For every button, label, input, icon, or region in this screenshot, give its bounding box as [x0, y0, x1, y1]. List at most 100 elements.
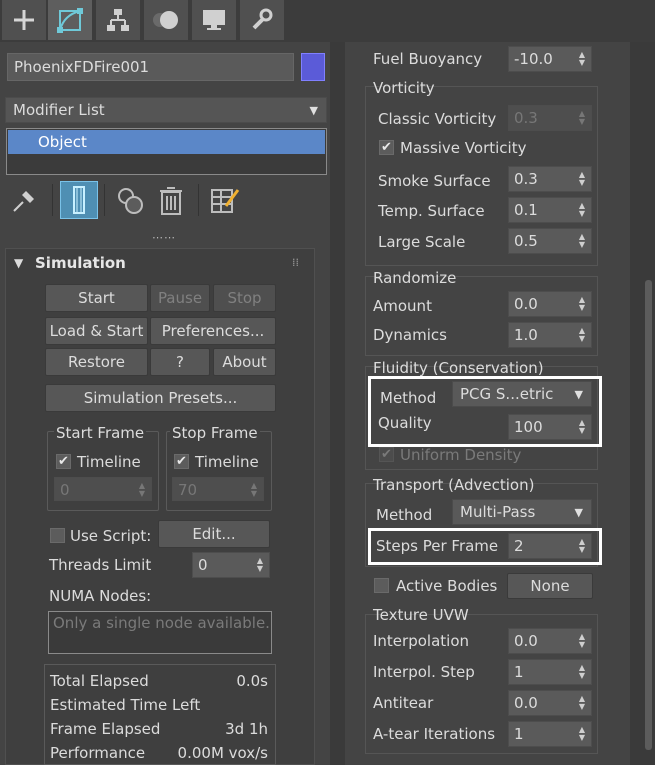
stop-timeline-checkbox[interactable]: ✔ — [174, 454, 189, 469]
active-bodies-button[interactable]: None — [507, 573, 593, 599]
spinner-arrows-icon: ▲ ▼ — [578, 418, 585, 435]
spinner-arrows-icon: ▲ ▼ — [256, 556, 263, 573]
toolbar-divider — [52, 184, 53, 216]
stop-frame-value: 70 — [178, 481, 198, 499]
motion-tab[interactable] — [144, 0, 188, 40]
classic-vorticity-spinner[interactable]: 0.3 ▲ ▼ — [508, 105, 592, 131]
dynamics-value: 1.0 — [514, 326, 538, 344]
object-color-swatch[interactable] — [301, 53, 325, 81]
modify-tab[interactable] — [48, 0, 92, 40]
spinner-arrows-icon: ▲ ▼ — [578, 694, 585, 711]
preferences-button[interactable]: Preferences... — [150, 317, 276, 345]
configure-modifier-sets-button[interactable] — [208, 184, 242, 218]
restore-button[interactable]: Restore — [45, 348, 148, 376]
total-elapsed-value: 0.0s — [236, 672, 268, 690]
temp-surface-spinner[interactable]: 0.1 ▲ ▼ — [508, 197, 592, 223]
fuel-buoyancy-label: Fuel Buoyancy — [373, 50, 483, 68]
randomize-title: Randomize — [373, 269, 457, 287]
rollout-grip-icon[interactable]: ⁞⁞ — [292, 254, 299, 272]
atear-iterations-spinner[interactable]: 1 ▲ ▼ — [508, 721, 592, 747]
hierarchy-icon — [107, 9, 129, 31]
help-button[interactable]: ? — [150, 348, 210, 376]
create-icon — [14, 10, 34, 30]
modifier-list-label: Modifier List — [13, 101, 105, 119]
interpol-step-spinner[interactable]: 1 ▲ ▼ — [508, 659, 592, 685]
hierarchy-tab[interactable] — [96, 0, 140, 40]
spinner-arrows-icon: ▲ ▼ — [578, 537, 585, 554]
display-tab[interactable] — [192, 0, 236, 40]
interpolation-spinner[interactable]: 0.0 ▲ ▼ — [508, 628, 592, 654]
about-button[interactable]: About — [213, 348, 276, 376]
active-bodies-checkbox[interactable] — [374, 578, 389, 593]
spinner-arrows-icon: ▲ ▼ — [578, 170, 585, 187]
stop-frame-spinner[interactable]: 70 ▲ ▼ — [172, 477, 264, 501]
amount-spinner[interactable]: 0.0 ▲ ▼ — [508, 291, 592, 317]
spinner-arrows-icon: ▲ ▼ — [250, 481, 257, 498]
performance-label: Performance — [50, 744, 146, 762]
simulation-presets-button[interactable]: Simulation Presets... — [45, 384, 276, 412]
start-frame-value: 0 — [60, 481, 70, 499]
utilities-tab[interactable] — [240, 0, 284, 40]
utilities-icon — [252, 8, 273, 30]
atear-iterations-value: 1 — [514, 725, 524, 743]
steps-per-frame-spinner[interactable]: 2 ▲ ▼ — [508, 533, 592, 559]
interpolation-label: Interpolation — [373, 632, 469, 650]
transport-method-dropdown[interactable]: Multi-Pass ▼ — [452, 499, 592, 525]
chevron-down-icon: ▼ — [574, 388, 583, 401]
numa-nodes-list[interactable]: Only a single node available. — [48, 611, 272, 654]
chevron-down-icon: ▼ — [574, 506, 583, 519]
stop-button[interactable]: Stop — [213, 284, 276, 312]
classic-vorticity-value: 0.3 — [514, 109, 538, 127]
edit-script-button[interactable]: Edit... — [158, 520, 270, 548]
modifier-list-dropdown[interactable]: Modifier List ▼ — [5, 97, 327, 123]
object-name-field[interactable]: PhoenixFDFire001 — [7, 53, 294, 81]
large-scale-label: Large Scale — [378, 233, 466, 251]
threads-limit-spinner[interactable]: 0 ▲ ▼ — [192, 552, 270, 578]
estimated-time-label: Estimated Time Left — [50, 696, 201, 714]
rollout-title[interactable]: Simulation — [35, 254, 126, 272]
scrollbar-thumb[interactable] — [645, 280, 652, 750]
smoke-surface-spinner[interactable]: 0.3 ▲ ▼ — [508, 166, 592, 192]
fuel-buoyancy-spinner[interactable]: -10.0 ▲ ▼ — [508, 46, 592, 72]
interpol-step-value: 1 — [514, 663, 524, 681]
stack-item-object[interactable]: Object — [8, 130, 325, 154]
pause-button[interactable]: Pause — [150, 284, 210, 312]
uniform-density-checkbox[interactable]: ✔ — [379, 447, 394, 462]
remove-modifier-button[interactable] — [156, 184, 186, 218]
fluidity-method-value: PCG S...etric — [460, 385, 554, 403]
dynamics-spinner[interactable]: 1.0 ▲ ▼ — [508, 322, 592, 348]
antitear-spinner[interactable]: 0.0 ▲ ▼ — [508, 690, 592, 716]
create-tab[interactable] — [2, 0, 46, 40]
load-start-button[interactable]: Load & Start — [45, 317, 148, 345]
rollout-collapse-icon[interactable]: ▼ — [14, 254, 23, 272]
start-button[interactable]: Start — [45, 284, 148, 312]
stop-timeline-label: Timeline — [195, 453, 259, 471]
start-timeline-checkbox[interactable]: ✔ — [56, 454, 71, 469]
pin-stack-button[interactable] — [10, 185, 40, 215]
large-scale-value: 0.5 — [514, 232, 538, 250]
transport-title: Transport (Advection) — [373, 476, 535, 494]
numa-nodes-label: NUMA Nodes: — [49, 587, 152, 605]
atear-iterations-label: A-tear Iterations — [373, 725, 496, 743]
temp-surface-label: Temp. Surface — [378, 202, 485, 220]
use-script-checkbox[interactable] — [50, 528, 65, 543]
quality-spinner[interactable]: 100 ▲ ▼ — [508, 414, 592, 440]
fluidity-method-dropdown[interactable]: PCG S...etric ▼ — [452, 381, 592, 407]
make-unique-button[interactable] — [114, 184, 148, 218]
smoke-surface-value: 0.3 — [514, 170, 538, 188]
end-result-icon — [73, 186, 85, 214]
large-scale-spinner[interactable]: 0.5 ▲ ▼ — [508, 228, 592, 254]
show-end-result-button[interactable] — [60, 181, 98, 219]
spinner-arrows-icon: ▲ ▼ — [578, 295, 585, 312]
massive-vorticity-checkbox[interactable]: ✔ — [379, 140, 394, 155]
use-script-label: Use Script: — [70, 527, 152, 545]
steps-per-frame-value: 2 — [514, 537, 524, 555]
command-panel-tabs — [0, 0, 655, 42]
start-frame-spinner[interactable]: 0 ▲ ▼ — [54, 477, 152, 501]
fuel-buoyancy-value: -10.0 — [514, 50, 553, 68]
display-icon — [203, 10, 225, 30]
panel-resize-handle[interactable]: ⋯⋯ — [152, 229, 176, 247]
toolbar-divider — [198, 184, 199, 216]
configure-sets-icon — [211, 189, 240, 213]
toolbar-divider — [104, 184, 105, 216]
